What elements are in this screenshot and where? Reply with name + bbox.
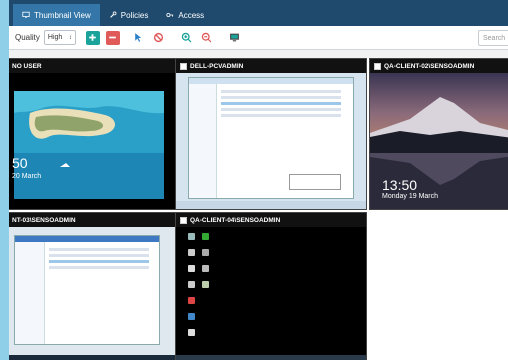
tile-title: DELL-PCVADMIN	[190, 62, 244, 70]
chevron-updown-icon: ↕	[68, 34, 72, 41]
select-checkbox[interactable]	[180, 216, 187, 224]
tile-screen	[176, 73, 366, 209]
file-row	[49, 260, 149, 263]
app-window: Thumbnail View Policies Access Quality H…	[0, 0, 508, 360]
tile-screen	[176, 227, 366, 360]
file-row	[49, 248, 149, 251]
lock-time: 13:50	[382, 177, 418, 193]
desktop-icon	[202, 249, 209, 256]
desktop-icon	[188, 233, 195, 240]
file-row	[221, 96, 341, 99]
tab-bar: Thumbnail View Policies Access	[9, 0, 508, 26]
file-row	[49, 254, 149, 257]
tile-title-bar: QA-CLIENT-02\SENSOADMIN	[370, 59, 508, 73]
monitor-button[interactable]	[228, 31, 242, 45]
nav-pane	[15, 242, 45, 344]
tile-title: QA-CLIENT-04\SENSOADMIN	[190, 216, 281, 224]
tab-policies[interactable]: Policies	[100, 4, 158, 26]
quality-select[interactable]: High ↕	[43, 30, 76, 45]
file-row	[49, 266, 149, 269]
notification-popup	[289, 174, 341, 190]
block-icon	[154, 32, 164, 43]
tile-screen: 13:50 Monday 19 March	[370, 73, 508, 209]
thumbnail-tile-qa-client-04[interactable]: QA-CLIENT-04\SENSOADMIN	[175, 212, 367, 360]
tile-title-bar: NO USER	[9, 59, 190, 73]
desktop-icon	[202, 233, 209, 240]
cursor-icon	[135, 33, 142, 42]
taskbar	[176, 201, 366, 209]
tile-screen	[9, 227, 190, 360]
monitor-icon	[230, 33, 240, 42]
select-checkbox[interactable]	[180, 62, 187, 70]
tile-title-bar: NT-03\SENSOADMIN	[9, 213, 190, 227]
zoom-in-icon	[182, 32, 192, 43]
ocean-lockscreen-image	[9, 73, 190, 209]
tile-title: QA-CLIENT-02\SENSOADMIN	[384, 62, 475, 70]
search-placeholder: Search	[483, 34, 506, 42]
minus-icon	[109, 36, 117, 39]
quality-label: Quality	[15, 33, 40, 42]
thumbnail-tile-no-user[interactable]: NO USER 50 20 March	[9, 58, 191, 210]
thumbnail-tile-dell-pcvadmin[interactable]: DELL-PCVADMIN	[175, 58, 367, 210]
tab-label: Access	[178, 10, 205, 20]
tile-title-bar: DELL-PCVADMIN	[176, 59, 366, 73]
desktop-icon	[188, 249, 195, 256]
file-row	[221, 90, 341, 93]
wrench-icon	[109, 11, 117, 18]
tile-title: NO USER	[12, 62, 42, 70]
lock-date: 20 March	[12, 173, 42, 180]
explorer-window	[14, 235, 160, 345]
tab-label: Thumbnail View	[34, 10, 91, 20]
desktop-icon	[188, 265, 195, 272]
desktop-icon	[188, 297, 195, 304]
zoom-out-icon	[202, 32, 212, 43]
key-icon	[166, 13, 174, 17]
desktop-icon	[188, 313, 195, 320]
thumbnail-tile-nt-03[interactable]: NT-03\SENSOADMIN	[9, 212, 191, 360]
thumbnail-tile-qa-client-02[interactable]: QA-CLIENT-02\SENSOADMIN 13:50 Monday 19 …	[369, 58, 508, 210]
file-row	[221, 108, 341, 111]
zoom-out-tile-button[interactable]	[105, 30, 120, 45]
tab-access[interactable]: Access	[157, 4, 213, 26]
nav-pane	[189, 84, 217, 198]
desktop-icon	[188, 329, 195, 336]
desktop-icon	[188, 281, 195, 288]
pointer-button[interactable]	[132, 31, 146, 45]
search-input[interactable]: Search	[478, 30, 508, 46]
tile-title-bar: QA-CLIENT-04\SENSOADMIN	[176, 213, 366, 227]
plus-icon	[89, 34, 97, 41]
zoom-in-tile-button[interactable]	[85, 30, 100, 45]
zoom-out-button[interactable]	[200, 31, 214, 45]
taskbar	[9, 355, 190, 360]
tile-title: NT-03\SENSOADMIN	[12, 216, 76, 224]
select-checkbox[interactable]	[374, 62, 381, 70]
taskbar	[176, 355, 366, 360]
thumbnail-grid: NO USER 50 20 March DELL-PCVADMIN QA-CLI…	[9, 58, 508, 360]
monitor-icon	[22, 11, 30, 18]
lock-date: Monday 19 March	[382, 193, 439, 200]
desktop-icon	[202, 265, 209, 272]
tile-screen: 50 20 March	[9, 73, 190, 209]
file-row	[221, 114, 341, 117]
tab-thumbnail-view[interactable]: Thumbnail View	[13, 4, 100, 26]
block-button[interactable]	[152, 31, 166, 45]
desktop-icon	[202, 281, 209, 288]
toolbar: Quality High ↕ Search	[9, 26, 508, 50]
quality-value: High	[47, 34, 63, 41]
lock-time: 50	[12, 155, 28, 171]
file-row	[221, 102, 341, 105]
explorer-window	[188, 77, 354, 199]
tab-label: Policies	[120, 10, 149, 20]
zoom-in-button[interactable]	[180, 31, 194, 45]
